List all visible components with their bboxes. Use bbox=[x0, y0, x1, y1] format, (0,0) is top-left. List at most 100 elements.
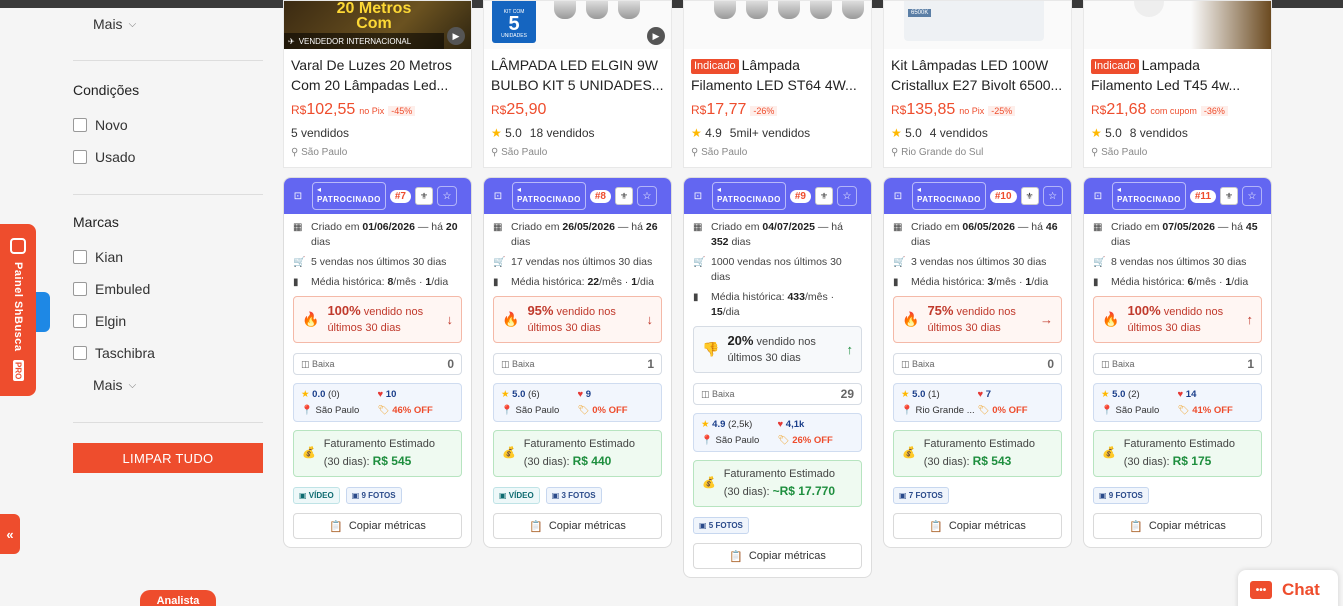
bar-chart-icon: ▮ bbox=[1093, 277, 1099, 288]
revenue-value: R$ 545 bbox=[372, 454, 412, 468]
photos-chip[interactable]: ▣ 9 FOTOS bbox=[345, 487, 402, 504]
copy-metrics-button[interactable]: 📋 Copiar métricas bbox=[1093, 513, 1262, 539]
product-title[interactable]: Kit Lâmpadas LED 100W Cristallux E27 Biv… bbox=[884, 49, 1071, 101]
chat-button[interactable]: ••• Chat bbox=[1238, 570, 1338, 606]
brand-kian-option[interactable]: Kian bbox=[73, 249, 123, 265]
video-chip[interactable]: ▣ VÍDEO bbox=[293, 487, 340, 504]
seller-logo-icon: ⚜ bbox=[615, 187, 633, 205]
more-link-top[interactable]: Mais ⌵ bbox=[93, 16, 136, 32]
bar-chart-icon: ▮ bbox=[893, 277, 899, 288]
product-card[interactable]: Indicado Lampada Filamento Led T45 4w... R… bbox=[1083, 0, 1272, 168]
painel-shbusca-tab[interactable]: Painel ShBusca PRO bbox=[0, 224, 36, 396]
product-card[interactable]: KIT COM 5 UNIDADES ▶ LÂMPADA LED ELGIN 9W BU… bbox=[483, 0, 672, 168]
metrics-card: ⊡ ◂ PATROCINADO #7 ⚜ ☆ ▦ Criado em 01/06/2… bbox=[283, 177, 472, 548]
play-icon[interactable]: ▶ bbox=[447, 27, 465, 45]
rating: ★ 4.9 bbox=[691, 126, 722, 140]
brand-embuled-option[interactable]: Embuled bbox=[73, 281, 150, 297]
product-image[interactable]: 6500K bbox=[884, 1, 1071, 49]
product-title[interactable]: LÂMPADA LED ELGIN 9W BULBO KIT 5 UNIDADE… bbox=[484, 49, 671, 101]
brand-taschibra-option[interactable]: Taschibra bbox=[73, 345, 155, 361]
checkbox[interactable] bbox=[73, 250, 87, 264]
copy-metrics-button[interactable]: 📋 Copiar métricas bbox=[293, 513, 462, 539]
metrics-card-body: ▦ Criado em 26/05/2026 — há 26 dias 🛒 17 v… bbox=[484, 214, 671, 547]
pro-badge: PRO bbox=[12, 359, 24, 381]
side-handle[interactable] bbox=[36, 292, 50, 332]
likes-stat: ♥ 10 bbox=[377, 389, 397, 400]
trend-arrow-icon: ↑ bbox=[1246, 312, 1254, 327]
product-title[interactable]: Varal De Luzes 20 Metros Com 20 Lâmpadas… bbox=[284, 49, 471, 101]
favorite-star-icon[interactable]: ☆ bbox=[437, 186, 457, 206]
checkbox[interactable] bbox=[73, 314, 87, 328]
product-image[interactable] bbox=[684, 1, 871, 49]
photos-chip[interactable]: ▣ 3 FOTOS bbox=[545, 487, 602, 504]
calendar-icon: ▦ bbox=[493, 222, 503, 233]
trend-arrow-icon: ↑ bbox=[846, 342, 854, 357]
copy-metrics-button[interactable]: 📋 Copiar métricas bbox=[693, 543, 862, 569]
play-icon[interactable]: ▶ bbox=[647, 27, 665, 45]
favorite-star-icon[interactable]: ☆ bbox=[837, 186, 857, 206]
rating-stat: ★ 0.0 (0) bbox=[301, 389, 340, 400]
product-card[interactable]: 20 Metros Com ✈ VENDEDOR INTERNACIONAL ▶ Var… bbox=[283, 0, 472, 168]
photos-chip[interactable]: ▣ 9 FOTOS bbox=[1093, 487, 1149, 504]
copy-metrics-button[interactable]: 📋 Copiar métricas bbox=[493, 513, 662, 539]
price-row: R$ 102,55 no Pix -45% bbox=[284, 101, 471, 123]
star-icon: ★ bbox=[701, 419, 710, 430]
clear-all-button[interactable]: LIMPAR TUDO bbox=[73, 443, 263, 473]
kit-bottom: UNIDADES bbox=[501, 33, 527, 39]
rating-stat: ★ 5.0 (2) bbox=[1101, 389, 1140, 400]
rating-stat: ★ 5.0 (6) bbox=[501, 389, 540, 400]
photos-chip[interactable]: ▣ 7 FOTOS bbox=[893, 487, 949, 504]
product-title[interactable]: Indicado Lâmpada Filamento LED ST64 4W... bbox=[684, 49, 871, 101]
option-label: Usado bbox=[95, 149, 136, 165]
metrics-card: ⊡ ◂ PATROCINADO #8 ⚜ ☆ ▦ Criado em 26/05/2… bbox=[483, 177, 672, 548]
low-box: ◫ Baixa 1 bbox=[493, 353, 662, 375]
product-image[interactable] bbox=[1084, 1, 1271, 49]
sponsored-badge: ◂ PATROCINADO bbox=[312, 182, 386, 210]
condition-new-option[interactable]: Novo bbox=[73, 117, 128, 133]
condition-used-option[interactable]: Usado bbox=[73, 149, 135, 165]
fire-icon: 🔥 bbox=[902, 311, 920, 327]
product-card[interactable]: 6500K Kit Lâmpadas LED 100W Cristallux E2… bbox=[883, 0, 1072, 168]
media-chips: ▣ 7 FOTOS bbox=[893, 487, 1062, 504]
favorite-star-icon[interactable]: ☆ bbox=[1242, 186, 1263, 206]
indicated-badge: Indicado bbox=[1091, 59, 1139, 74]
analyst-tab[interactable]: Analista bbox=[140, 590, 216, 606]
video-chip[interactable]: ▣ VÍDEO bbox=[493, 487, 540, 504]
copy-metrics-button[interactable]: 📋 Copiar métricas bbox=[893, 513, 1062, 539]
favorite-star-icon[interactable]: ☆ bbox=[1042, 186, 1063, 206]
sold-rate-box: 🔥 100% vendido nos últimos 30 dias ↑ bbox=[1093, 296, 1262, 343]
product-image[interactable]: 20 Metros Com ✈ VENDEDOR INTERNACIONAL ▶ bbox=[284, 1, 471, 49]
cart-icon: 🛒 bbox=[1093, 257, 1106, 268]
bar-chart-icon: ▮ bbox=[293, 277, 299, 288]
more-brands-link[interactable]: Mais ⌵ bbox=[93, 377, 136, 393]
favorite-star-icon[interactable]: ☆ bbox=[637, 186, 657, 206]
checkbox[interactable] bbox=[73, 118, 87, 132]
product-title[interactable]: Indicado Lampada Filamento Led T45 4w... bbox=[1084, 49, 1271, 101]
product-card[interactable]: Indicado Lâmpada Filamento LED ST64 4W...… bbox=[683, 0, 872, 168]
media-chips: ▣ 5 FOTOS bbox=[693, 517, 862, 534]
image-text: 20 Metros Com bbox=[336, 1, 412, 32]
product-image[interactable]: KIT COM 5 UNIDADES ▶ bbox=[484, 1, 671, 49]
brand-elgin-option[interactable]: Elgin bbox=[73, 313, 126, 329]
pin-icon: 📍 bbox=[501, 405, 513, 416]
clipboard-icon: 📋 bbox=[529, 520, 543, 533]
calendar-icon: ▦ bbox=[293, 222, 303, 233]
photos-chip[interactable]: ▣ 5 FOTOS bbox=[693, 517, 749, 534]
metrics-card-header: ⊡ ◂ PATROCINADO #8 ⚜ ☆ bbox=[484, 178, 671, 214]
location-stat: 📍 Rio Grande ... bbox=[901, 405, 975, 416]
revenue-box: 💰 Faturamento Estimado (30 dias): R$ 543 bbox=[893, 430, 1062, 477]
calendar-icon: ▦ bbox=[1093, 222, 1103, 233]
low-value: 29 bbox=[840, 387, 854, 401]
checkbox[interactable] bbox=[73, 282, 87, 296]
megaphone-icon: ◂ bbox=[717, 185, 722, 194]
sold-rate-box: 🔥 100% vendido nos últimos 30 dias ↓ bbox=[293, 296, 462, 343]
brands-title: Marcas bbox=[73, 214, 119, 230]
rank-badge: #11 bbox=[1189, 189, 1217, 203]
checkbox[interactable] bbox=[73, 150, 87, 164]
checkbox[interactable] bbox=[73, 346, 87, 360]
collapse-button[interactable]: « bbox=[0, 514, 20, 554]
average-line: ▮ Média histórica: 3/mês · 1/dia bbox=[893, 276, 1049, 288]
currency: R$ bbox=[1091, 103, 1107, 117]
clipboard-icon: 📋 bbox=[729, 550, 743, 563]
revenue-value: R$ 175 bbox=[1172, 454, 1212, 468]
